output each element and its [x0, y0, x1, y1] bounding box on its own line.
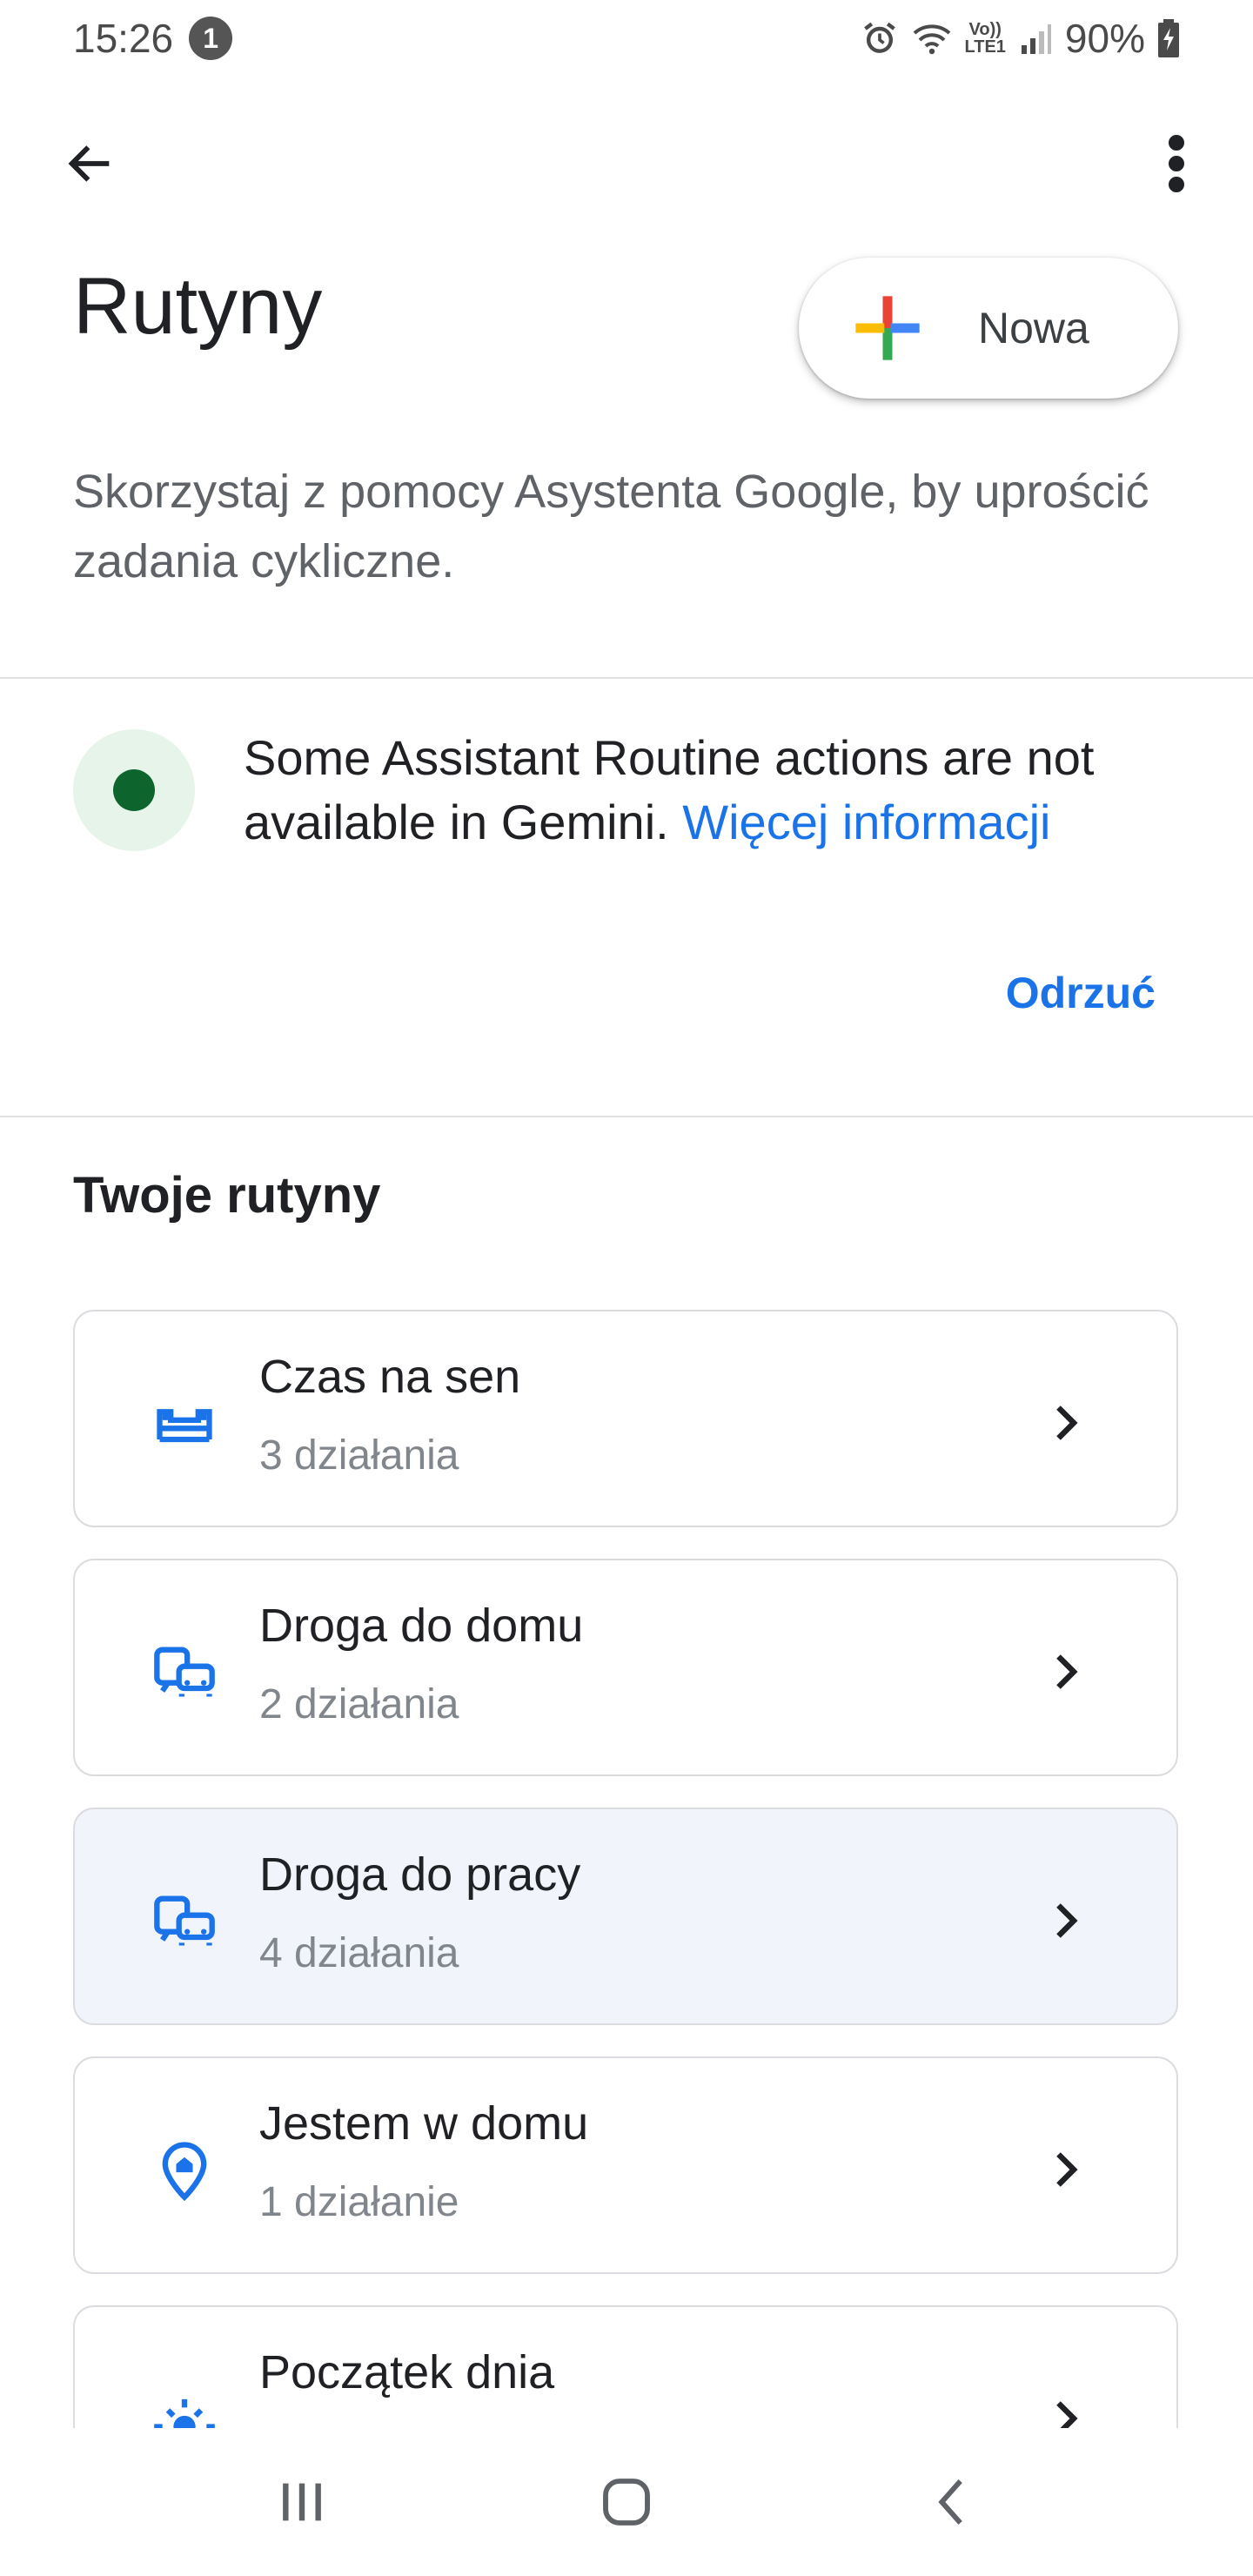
- back-button[interactable]: [49, 122, 132, 205]
- banner-message: Some Assistant Routine actions are not a…: [244, 726, 1166, 855]
- chevron-left-icon: [938, 2479, 963, 2525]
- dismiss-button[interactable]: Odrzuć: [1006, 968, 1156, 1018]
- home-button[interactable]: [566, 2450, 687, 2554]
- bed-icon: [157, 1409, 212, 1443]
- routine-action-count: 4 działania: [259, 1930, 459, 1976]
- battery-percent: 90%: [1064, 16, 1145, 61]
- more-info-link[interactable]: Więcej informacji: [682, 795, 1050, 849]
- commute-icon: [154, 1895, 215, 1946]
- banner-icon: [73, 729, 195, 851]
- wifi-icon: [913, 24, 950, 55]
- commute-icon: [154, 1647, 215, 1697]
- divider: [0, 1116, 1253, 1117]
- page-subtitle: Skorzystaj z pomocy Asystenta Google, by…: [73, 466, 1149, 587]
- routine-list: Czas na sen 3 działania Droga do domu 2 …: [73, 1310, 1178, 2554]
- chevron-right-icon: [1056, 1903, 1078, 1938]
- more-options-button[interactable]: [1135, 122, 1218, 205]
- arrow-back-icon: [68, 145, 110, 182]
- routine-action-count: 2 działania: [259, 1681, 459, 1727]
- routine-item-droga-do-pracy[interactable]: Droga do pracy 4 działania: [73, 1808, 1178, 2025]
- new-routine-label: Nowa: [978, 304, 1089, 352]
- chevron-right-icon: [1056, 1405, 1078, 1440]
- chevron-right-icon: [1056, 2152, 1078, 2187]
- recent-apps-button[interactable]: [241, 2450, 363, 2554]
- routine-item-jestem-w-domu[interactable]: Jestem w domu 1 działanie: [73, 2056, 1178, 2274]
- page-title: Rutyny: [73, 262, 323, 351]
- clock: 15:26: [73, 16, 174, 61]
- routine-name: Czas na sen: [259, 1351, 521, 1403]
- new-routine-button[interactable]: Nowa: [799, 258, 1178, 399]
- home-location-icon: [162, 2142, 207, 2202]
- routine-action-count: 3 działania: [259, 1432, 459, 1479]
- status-dot-icon: [113, 769, 155, 811]
- chevron-right-icon: [1056, 1654, 1078, 1689]
- more-vert-icon: [1169, 135, 1184, 192]
- home-icon: [603, 2479, 650, 2526]
- recent-apps-icon: [282, 2483, 321, 2521]
- routine-name: Jestem w domu: [259, 2097, 589, 2150]
- routine-name: Początek dnia: [259, 2346, 555, 2398]
- system-navigation-bar: [0, 2428, 1253, 2576]
- divider: [0, 677, 1253, 679]
- section-title: Twoje rutyny: [73, 1167, 381, 1224]
- routine-action-count: 1 działanie: [259, 2179, 459, 2225]
- system-back-button[interactable]: [890, 2450, 1012, 2554]
- top-app-bar: [0, 104, 1253, 218]
- battery-charging-icon: [1158, 19, 1179, 57]
- routine-item-czas-na-sen[interactable]: Czas na sen 3 działania: [73, 1310, 1178, 1527]
- status-right: Vo)) LTE1 90%: [861, 15, 1181, 62]
- alarm-icon: [863, 22, 895, 53]
- notification-badge: 1: [189, 17, 233, 60]
- google-plus-icon: [855, 296, 920, 360]
- network-type-label: Vo)) LTE1: [964, 20, 1006, 57]
- status-bar: 15:26 1 Vo)) LTE1 90%: [0, 0, 1253, 77]
- routine-name: Droga do domu: [259, 1600, 584, 1652]
- status-left: 15:26 1: [73, 15, 233, 62]
- routine-name: Droga do pracy: [259, 1848, 581, 1901]
- signal-icon: [1021, 24, 1051, 54]
- routine-item-droga-do-domu[interactable]: Droga do domu 2 działania: [73, 1559, 1178, 1776]
